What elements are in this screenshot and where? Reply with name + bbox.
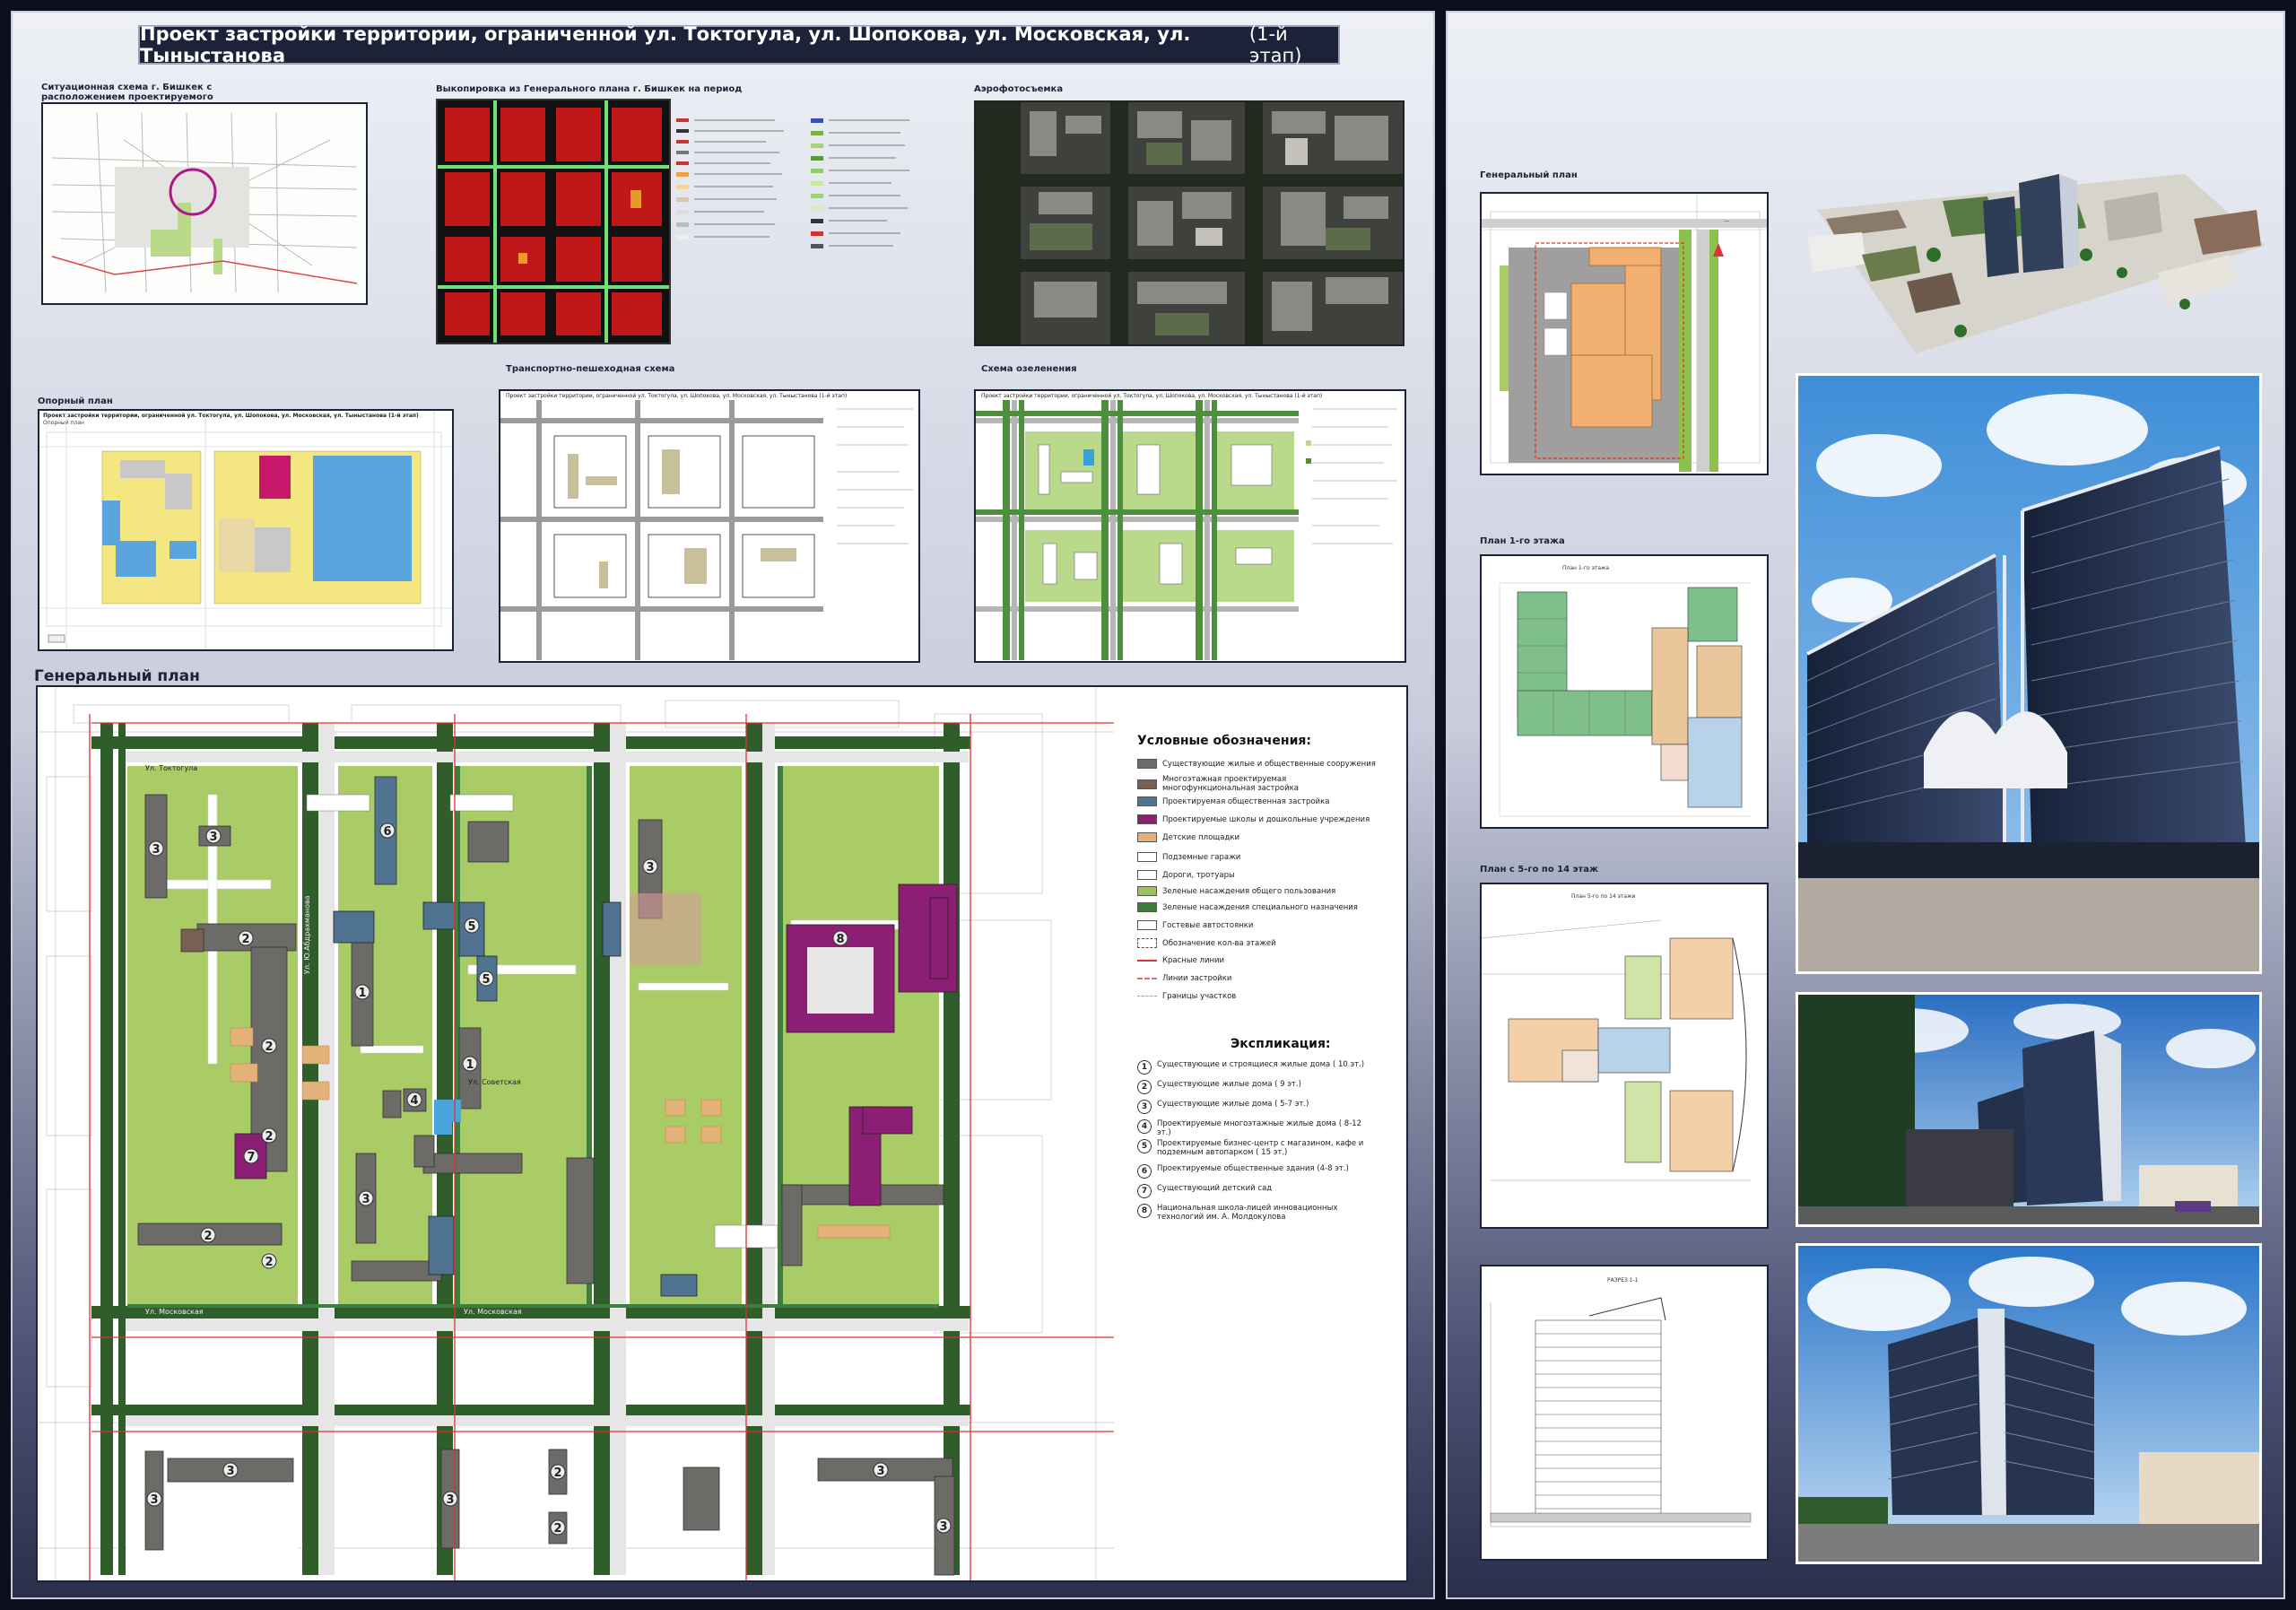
legend-item: Зеленые насаждения специального назначен… (1137, 902, 1358, 912)
legend-item: Красные линии (1137, 956, 1224, 965)
legend-title: Условные обозначения: (1137, 734, 1311, 748)
front-render (1796, 1243, 2262, 1564)
explication-item: 1 Существующие и строящиеся жилые дома ( … (1137, 1060, 1370, 1075)
greening-scheme: Проект застройки территории, ограниченно… (974, 389, 1406, 663)
svg-text:3: 3 (646, 861, 654, 875)
explication-title: Экспликация: (1231, 1037, 1331, 1051)
explication-item: 2 Существующие жилые дома ( 9 эт.) (1137, 1080, 1370, 1094)
legend-item: Проектируемые школы и дошкольные учрежде… (1137, 814, 1370, 824)
site-genplan: — (1480, 192, 1769, 475)
genplan-extract-map (436, 99, 671, 344)
svg-text:4: 4 (410, 1094, 418, 1108)
explication-item: 5 Проектируемые бизнес-центр с магазином,… (1137, 1139, 1370, 1157)
aerial-photo (974, 100, 1405, 346)
legend-item: Зеленые насаждения общего пользования (1137, 886, 1335, 896)
street-label-moskovskaya-2: Ул. Московская (464, 1308, 522, 1316)
svg-text:3: 3 (209, 831, 217, 844)
legend-item: Обозначение кол-ва этажей (1137, 938, 1276, 948)
svg-text:2: 2 (265, 1040, 273, 1054)
svg-text:5: 5 (482, 973, 490, 987)
building-section: РАЗРЕЗ 1-1 (1480, 1265, 1769, 1561)
explication-item: 8 Национальная школа-лицей инновационных … (1137, 1204, 1370, 1222)
left-board: Проект застройки территории, ограниченно… (11, 11, 1435, 1599)
street-label-moskovskaya-1: Ул. Московская (145, 1308, 204, 1316)
svg-text:3: 3 (150, 1493, 158, 1507)
situation-map (41, 102, 368, 305)
typical-floor-plan: План 5-го по 14 этажи (1480, 883, 1769, 1229)
svg-text:2: 2 (204, 1230, 212, 1243)
legend-item: Подземные гаражи (1137, 852, 1240, 862)
svg-text:2: 2 (265, 1256, 273, 1269)
genplan-extract-legend (676, 113, 945, 319)
svg-text:3: 3 (152, 843, 160, 857)
support-plan-caption: Опорный план (38, 396, 113, 406)
explication-item: 4 Проектируемые многоэтажные жилые дома (… (1137, 1119, 1370, 1137)
main-plan-caption: Генеральный план (34, 667, 200, 685)
explication-item: 7 Существующий детский сад (1137, 1184, 1370, 1198)
street-render (1796, 992, 2262, 1227)
transport-scheme: Проект застройки территории, ограниченно… (499, 389, 920, 663)
legend-item: Проектируемая общественная застройка (1137, 796, 1329, 806)
svg-text:3: 3 (361, 1193, 370, 1206)
explication-item: 3 Существующие жилые дома ( 5-7 эт.) (1137, 1100, 1370, 1114)
legend-item: Границы участков (1137, 992, 1236, 1001)
explication-item: 6 Проектируемые общественные здания (4-8 … (1137, 1164, 1370, 1179)
transport-caption: Транспортно-пешеходная схема (506, 364, 675, 374)
genplan-extract-caption: Выкопировка из Генерального плана г. Биш… (436, 84, 743, 94)
legend-item: Гостевые автостоянки (1137, 920, 1253, 930)
legend-item: Многоэтажная проектируемая многофункцион… (1137, 775, 1370, 793)
aerial-caption: Аэрофотосъемка (974, 84, 1064, 94)
legend-item: Линии застройки (1137, 974, 1231, 983)
tower-render-main (1796, 373, 2262, 974)
floor1-plan: План 1-го этажа (1480, 554, 1769, 829)
plan-legend: Условные обозначения: Существующие жилые… (1137, 734, 1397, 1021)
svg-text:3: 3 (226, 1465, 234, 1478)
master-plan: 3 2 2 2 2 7 3 5 5 6 1 1 3 3 4 8 3 3 3 2 (36, 685, 1408, 1582)
floor1-caption: План 1-го этажа (1480, 536, 1565, 546)
svg-text:2: 2 (553, 1466, 561, 1480)
floors-caption: План с 5-го по 14 этаж (1480, 865, 1599, 875)
right-board: Генеральный план — План 1-го этажа План … (1446, 11, 2285, 1599)
board-title-text: Проект застройки территории, ограниченно… (140, 23, 1191, 66)
board-title: Проект застройки территории, ограниченно… (138, 23, 1340, 66)
svg-text:1: 1 (465, 1058, 474, 1072)
svg-text:7: 7 (247, 1151, 255, 1164)
street-label-abdrakhmanova: Ул. Ю.Абдрахманова (303, 895, 311, 974)
street-label-sovetskaya: Ул. Советская (468, 1078, 521, 1086)
svg-text:2: 2 (241, 933, 249, 946)
situation-caption-line1: Ситуационная схема г. Бишкек с (41, 83, 213, 92)
svg-text:—: — (1724, 218, 1729, 224)
svg-text:3: 3 (446, 1493, 454, 1507)
svg-text:5: 5 (467, 920, 475, 934)
legend-item: Дороги, тротуары (1137, 870, 1235, 880)
legend-item: Существующие жилые и общественные сооруж… (1137, 759, 1376, 769)
board-title-stage: (1-й этап) (1248, 23, 1302, 66)
svg-text:3: 3 (876, 1465, 884, 1478)
right-genplan-caption: Генеральный план (1480, 170, 1578, 180)
legend-item: Детские площадки (1137, 832, 1239, 842)
situation-caption-line2: расположением проектируемого (41, 92, 213, 102)
street-label-toktogula: Ул. Токтогула (145, 764, 198, 772)
plan-explication: Экспликация: 1 Существующие и строящиеся … (1137, 1037, 1397, 1234)
svg-text:3: 3 (939, 1520, 947, 1534)
svg-text:1: 1 (358, 987, 366, 1000)
svg-text:8: 8 (836, 933, 844, 946)
support-plan-map: Проект застройки территории, ограниченно… (38, 409, 454, 651)
svg-text:6: 6 (383, 825, 391, 839)
svg-text:2: 2 (553, 1522, 561, 1536)
situation-caption: Ситуационная схема г. Бишкек с расположе… (41, 83, 213, 102)
greening-caption: Схема озеленения (981, 364, 1077, 374)
svg-text:2: 2 (265, 1130, 273, 1144)
aerial-rendering (1808, 147, 2274, 362)
